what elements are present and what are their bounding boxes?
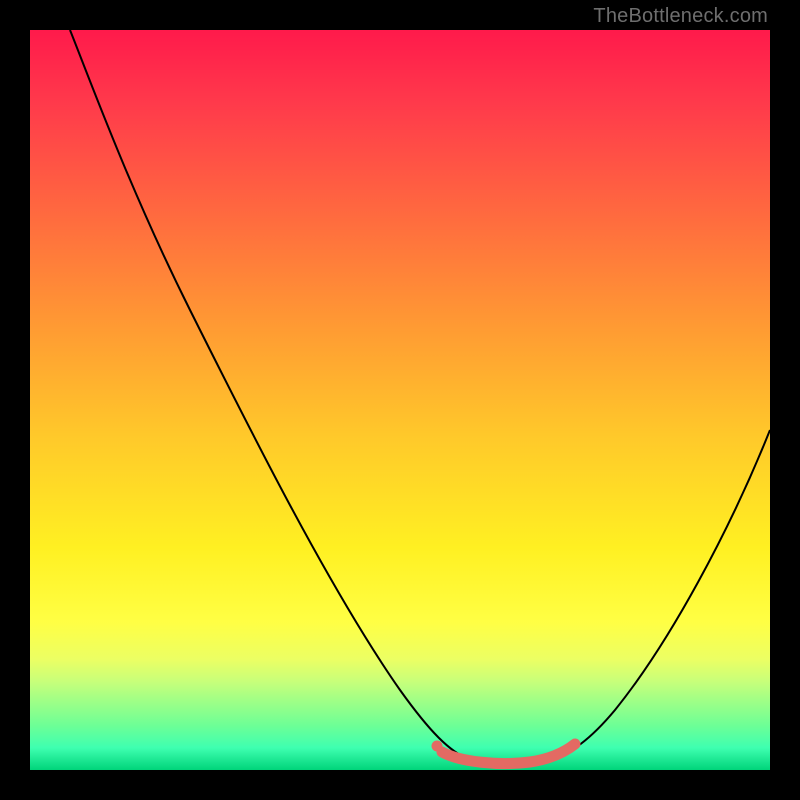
chart-frame: TheBottleneck.com [0,0,800,800]
chart-svg [30,30,770,770]
plot-area [30,30,770,770]
optimum-endpoint-left [432,741,443,752]
optimum-flat-marker [442,744,575,764]
bottleneck-curve [70,30,770,765]
watermark-label: TheBottleneck.com [593,5,768,28]
